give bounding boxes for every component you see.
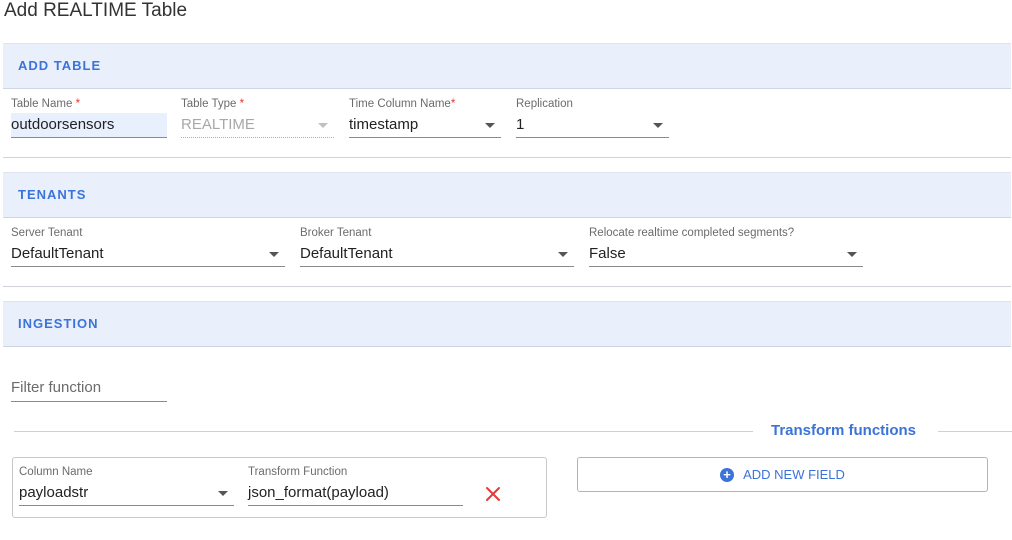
- required-mark: *: [239, 98, 245, 110]
- table-name-field[interactable]: Table Name * outdoorsensors: [11, 98, 167, 138]
- column-name-select[interactable]: payloadstr: [19, 481, 234, 506]
- transform-divider-left: [14, 431, 753, 432]
- table-name-input[interactable]: outdoorsensors: [11, 113, 167, 138]
- relocate-field[interactable]: Relocate realtime completed segments? Fa…: [589, 227, 863, 267]
- server-tenant-select[interactable]: DefaultTenant: [11, 242, 285, 267]
- table-type-label: Table Type: [181, 98, 237, 110]
- table-name-label: Table Name: [11, 98, 73, 110]
- column-name-label: Column Name: [19, 466, 93, 478]
- time-column-field[interactable]: Time Column Name* timestamp: [349, 98, 501, 138]
- chevron-down-icon: [318, 123, 328, 128]
- ingestion-heading: INGESTION: [3, 301, 1011, 347]
- add-table-heading: ADD TABLE: [3, 43, 1011, 89]
- chevron-down-icon[interactable]: [485, 123, 495, 128]
- filter-function-field[interactable]: Filter function: [11, 372, 167, 402]
- server-tenant-value: DefaultTenant: [11, 245, 104, 262]
- column-name-field[interactable]: Column Name payloadstr: [19, 466, 234, 506]
- tenants-heading: TENANTS: [3, 172, 1011, 218]
- time-column-label: Time Column Name: [349, 98, 451, 110]
- broker-tenant-select[interactable]: DefaultTenant: [300, 242, 574, 267]
- transform-function-field[interactable]: Transform Function json_format(payload): [248, 466, 463, 506]
- relocate-select[interactable]: False: [589, 242, 863, 267]
- close-icon[interactable]: [484, 485, 502, 503]
- replication-select[interactable]: 1: [516, 113, 669, 138]
- add-new-field-label: ADD NEW FIELD: [743, 467, 845, 482]
- table-type-field: Table Type * REALTIME: [181, 98, 334, 138]
- chevron-down-icon[interactable]: [653, 123, 663, 128]
- server-tenant-label: Server Tenant: [11, 227, 83, 239]
- transform-divider-right: [938, 431, 1012, 432]
- chevron-down-icon[interactable]: [847, 252, 857, 257]
- time-column-select[interactable]: timestamp: [349, 113, 501, 138]
- replication-value: 1: [516, 116, 525, 133]
- add-new-field-button[interactable]: + ADD NEW FIELD: [577, 457, 988, 492]
- chevron-down-icon[interactable]: [218, 491, 228, 496]
- table-type-value: REALTIME: [181, 116, 255, 133]
- transform-functions-title: Transform functions: [771, 422, 917, 439]
- column-name-value: payloadstr: [19, 484, 89, 501]
- relocate-value: False: [589, 245, 626, 262]
- page-title: Add REALTIME Table: [4, 0, 188, 21]
- chevron-down-icon[interactable]: [558, 252, 568, 257]
- broker-tenant-label: Broker Tenant: [300, 227, 372, 239]
- relocate-label: Relocate realtime completed segments?: [589, 227, 795, 239]
- required-mark: *: [75, 98, 81, 110]
- time-column-value: timestamp: [349, 116, 419, 133]
- server-tenant-field[interactable]: Server Tenant DefaultTenant: [11, 227, 285, 267]
- chevron-down-icon[interactable]: [269, 252, 279, 257]
- required-mark: *: [450, 98, 456, 110]
- broker-tenant-field[interactable]: Broker Tenant DefaultTenant: [300, 227, 574, 267]
- replication-field[interactable]: Replication 1: [516, 98, 669, 138]
- table-type-select: REALTIME: [181, 113, 334, 138]
- filter-function-input[interactable]: Filter function: [11, 375, 167, 402]
- transform-function-label: Transform Function: [248, 466, 348, 478]
- broker-tenant-value: DefaultTenant: [300, 245, 393, 262]
- replication-label: Replication: [516, 98, 573, 110]
- plus-circle-icon: +: [720, 467, 735, 482]
- transform-function-input[interactable]: json_format(payload): [248, 481, 463, 506]
